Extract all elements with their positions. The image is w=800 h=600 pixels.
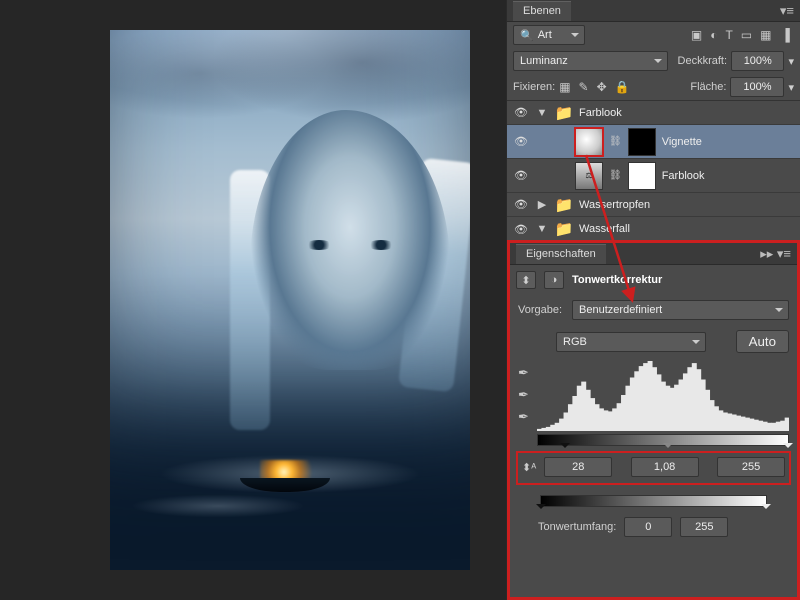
- black-eyedropper-icon[interactable]: ✒: [518, 365, 529, 381]
- input-gamma-field[interactable]: 1,08: [631, 457, 699, 477]
- layer-name: Wassertropfen: [579, 199, 650, 211]
- lock-transparency-icon[interactable]: ▦: [559, 80, 570, 94]
- input-gradient[interactable]: [537, 434, 789, 446]
- visibility-icon[interactable]: 👁: [513, 135, 529, 148]
- lock-all-icon[interactable]: 🔒: [615, 80, 630, 94]
- layers-panel-tab[interactable]: Ebenen ▾≡: [507, 0, 800, 22]
- output-label: Tonwertumfang:: [538, 521, 616, 533]
- fill-label: Fläche:: [690, 81, 726, 93]
- mask-thumb[interactable]: [628, 162, 656, 190]
- link-icon: ⛓: [609, 136, 622, 147]
- visibility-icon[interactable]: 👁: [513, 198, 529, 211]
- white-point-slider[interactable]: [783, 443, 793, 453]
- white-eyedropper-icon[interactable]: ✒: [518, 409, 529, 425]
- document-preview[interactable]: [110, 30, 470, 570]
- preset-label: Vorgabe:: [518, 304, 562, 316]
- histogram[interactable]: [537, 361, 789, 439]
- visibility-icon[interactable]: 👁: [513, 169, 529, 182]
- properties-panel: Eigenschaften ▸▸ ▾≡ ⬍ ◑ Tonwertkorrektur…: [507, 240, 800, 600]
- folder-icon: 📁: [555, 220, 573, 238]
- folder-icon: 📁: [555, 196, 573, 214]
- adjustment-name: Tonwertkorrektur: [572, 274, 662, 286]
- adjustment-thumb[interactable]: [575, 128, 603, 156]
- filter-pixel-icon[interactable]: ▣: [691, 28, 702, 42]
- layer-name: Vignette: [662, 136, 702, 148]
- folder-icon: 📁: [555, 104, 573, 122]
- input-white-field[interactable]: 255: [717, 457, 785, 477]
- twirl-down-icon[interactable]: ▼: [535, 107, 549, 119]
- channel-dropdown[interactable]: RGB: [556, 332, 706, 352]
- opacity-stepper-icon[interactable]: ▾: [788, 55, 794, 68]
- filter-smart-icon[interactable]: ▦: [760, 28, 771, 42]
- layers-panel-title: Ebenen: [513, 1, 571, 21]
- filter-shape-icon[interactable]: ▭: [741, 28, 752, 42]
- layer-farblook[interactable]: 👁 ⚖ ⛓ Farblook: [507, 159, 800, 193]
- mask-thumb[interactable]: [628, 128, 656, 156]
- fill-stepper-icon[interactable]: ▾: [788, 81, 794, 94]
- canvas-area: [0, 0, 506, 600]
- filter-adjustment-icon[interactable]: ◐: [710, 28, 717, 42]
- opacity-label: Deckkraft:: [678, 55, 728, 67]
- levels-icon[interactable]: ⬍: [516, 271, 536, 289]
- layer-name: Wasserfall: [579, 223, 630, 235]
- layer-vignette[interactable]: 👁 ⛓ Vignette: [507, 125, 800, 159]
- properties-panel-tab[interactable]: Eigenschaften ▸▸ ▾≡: [510, 243, 797, 265]
- fill-input[interactable]: 100%: [730, 77, 784, 97]
- black-point-slider[interactable]: [560, 443, 570, 453]
- adjustment-thumb[interactable]: ⚖: [575, 162, 603, 190]
- auto-button[interactable]: Auto: [736, 330, 789, 353]
- layer-group-wasserfall[interactable]: 👁 ▼ 📁 Wasserfall: [507, 217, 800, 241]
- lock-paint-icon[interactable]: ✎: [579, 80, 589, 94]
- layer-filter-dropdown[interactable]: 🔍 Art: [513, 25, 585, 45]
- input-black-field[interactable]: 28: [544, 457, 612, 477]
- layers-list: 👁 ▼ 📁 Farblook 👁 ⛓ Vignette 👁 ⚖ ⛓ Farblo…: [507, 100, 800, 241]
- preset-dropdown[interactable]: Benutzerdefiniert: [572, 300, 789, 320]
- output-black-slider[interactable]: [536, 504, 546, 514]
- gray-eyedropper-icon[interactable]: ✒: [518, 387, 529, 403]
- layer-group-wassertropfen[interactable]: 👁 ▶ 📁 Wassertropfen: [507, 193, 800, 217]
- layer-name: Farblook: [579, 107, 622, 119]
- input-levels-group: ⬍ᴬ 28 1,08 255: [518, 453, 789, 483]
- lock-position-icon[interactable]: ✥: [597, 80, 607, 94]
- search-icon: 🔍: [520, 29, 534, 42]
- output-white-field[interactable]: 255: [680, 517, 728, 537]
- opacity-input[interactable]: 100%: [731, 51, 784, 71]
- visibility-icon[interactable]: 👁: [513, 223, 529, 236]
- layer-group-farblook[interactable]: 👁 ▼ 📁 Farblook: [507, 101, 800, 125]
- mask-icon[interactable]: ◑: [544, 271, 564, 289]
- output-white-slider[interactable]: [761, 504, 771, 514]
- blend-mode-dropdown[interactable]: Luminanz: [513, 51, 668, 71]
- output-gradient[interactable]: [540, 495, 767, 507]
- output-black-field[interactable]: 0: [624, 517, 672, 537]
- panel-menu-icon[interactable]: ▸▸ ▾≡: [760, 246, 791, 262]
- lock-label: Fixieren:: [513, 81, 555, 93]
- levels-icon-small: ⬍ᴬ: [522, 461, 536, 474]
- gamma-slider[interactable]: [663, 443, 673, 453]
- layer-name: Farblook: [662, 170, 705, 182]
- link-icon: ⛓: [609, 170, 622, 181]
- twirl-down-icon[interactable]: ▼: [535, 223, 549, 235]
- filter-toggle-icon[interactable]: ▌: [785, 28, 794, 42]
- visibility-icon[interactable]: 👁: [513, 106, 529, 119]
- filter-type-icon[interactable]: T: [725, 28, 732, 42]
- properties-panel-title: Eigenschaften: [516, 244, 606, 264]
- twirl-right-icon[interactable]: ▶: [535, 198, 549, 211]
- panel-menu-icon[interactable]: ▾≡: [780, 3, 794, 19]
